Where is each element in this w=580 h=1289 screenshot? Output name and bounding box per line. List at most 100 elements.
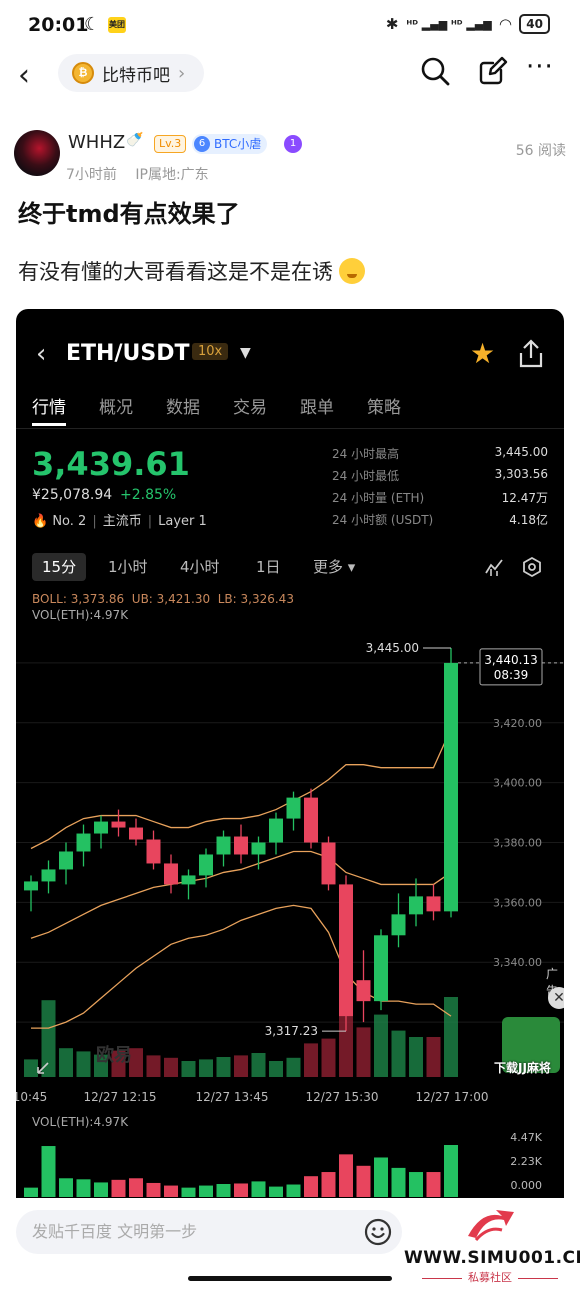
top-navigation: ‹ ₿ 比特币吧 › ···: [0, 52, 580, 96]
volume-subbar: [444, 1145, 458, 1197]
username[interactable]: WHHZ: [68, 132, 125, 153]
candle-body: [199, 854, 213, 876]
search-icon[interactable]: [420, 56, 450, 86]
price-change: +2.85%: [120, 487, 177, 503]
candle-body: [181, 875, 196, 885]
current-price-label: 3,440.13: [484, 653, 537, 667]
volume-subbar: [76, 1179, 91, 1197]
home-indicator: [188, 1276, 392, 1281]
ad-text[interactable]: 下载JJ麻将: [494, 1059, 551, 1076]
volume-bar: [76, 1051, 91, 1077]
24h-stats: 24 小时最高 3,445.00 24 小时最低 3,303.56 24 小时量 (…: [332, 445, 548, 533]
countdown-label: 08:39: [494, 668, 529, 682]
volume-subbar: [216, 1184, 231, 1197]
volume-subbar: [41, 1146, 56, 1197]
stat-row: 24 小时量 (ETH) 12.47万: [332, 491, 548, 505]
comment-input[interactable]: 发贴千百度 文明第一步: [16, 1210, 402, 1254]
x-tick-label: 12/27 17:00: [416, 1090, 489, 1104]
candle-body: [251, 842, 266, 855]
volume-bar: [409, 1037, 423, 1077]
x-tick-label: 10:45: [16, 1090, 47, 1104]
volume-subbar: [164, 1185, 178, 1197]
x-tick-label: 12/27 13:45: [196, 1090, 269, 1104]
volume-subbar: [111, 1179, 126, 1197]
timeframe-more: 更多 ▾: [313, 558, 356, 576]
volume-chart: 4.47K 2.23K 0.000: [24, 1131, 543, 1197]
exchange-watermark: 欧易: [96, 1044, 132, 1066]
y-tick-label: 3,360.00: [493, 896, 542, 909]
back-button[interactable]: ‹: [18, 58, 30, 93]
market-tabs: 行情 概况 数据 交易 跟单 策略: [32, 393, 434, 418]
chevron-right-icon: ›: [178, 62, 186, 84]
volume-bar: [251, 1053, 266, 1077]
wifi-icon: ◠: [499, 15, 512, 33]
cny-price: ¥25,078.94: [32, 487, 113, 503]
stat-row: 24 小时最高 3,445.00: [332, 445, 548, 461]
timeframe-1h: 1小时: [108, 558, 148, 576]
candle-body: [304, 797, 318, 843]
tab-trade: 交易: [233, 398, 267, 418]
volume-subbar: [321, 1172, 336, 1197]
volume-subbar: [426, 1172, 441, 1197]
post-title: 终于tmd有点效果了: [18, 200, 240, 228]
volume-subbar: [391, 1167, 406, 1197]
attached-screenshot[interactable]: ‹ ETH/USDT 10x ▼ ★ 行情 概况 数据 交易 跟单 策略 3,4…: [16, 309, 564, 1201]
volume-bar: [199, 1059, 213, 1077]
stat-row: 24 小时最低 3,303.56: [332, 467, 548, 483]
baby-bottle-icon: 🍼: [126, 132, 144, 148]
watermark-site: WWW.SIMU001.CN: [404, 1248, 580, 1268]
candle-body: [59, 851, 73, 870]
y-tick-label: 3,340.00: [493, 956, 542, 969]
volume-bar: [41, 1000, 56, 1077]
fire-icon: 🔥: [32, 514, 49, 529]
volume-bar: [286, 1057, 301, 1077]
volume-bar: [164, 1057, 178, 1077]
timeframe-4h: 4小时: [180, 558, 220, 576]
avatar[interactable]: [14, 130, 60, 176]
watermark-logo-icon: [468, 1210, 514, 1242]
post-body: 有没有懂的大哥看看这是不是在诱: [18, 256, 365, 286]
tab-copy-trade: 跟单: [300, 398, 334, 418]
rank: No. 2: [52, 514, 87, 529]
close-icon[interactable]: ✕: [548, 987, 564, 1009]
volume-subbar: [251, 1181, 266, 1197]
volume-bar: [391, 1030, 406, 1077]
bitcoin-coin-icon: ₿: [72, 62, 94, 84]
volume-bar: [356, 1027, 371, 1077]
more-options-icon[interactable]: ···: [526, 52, 554, 82]
volume-subbar: [129, 1178, 143, 1197]
last-price: 3,439.61: [32, 445, 190, 483]
emoji-icon[interactable]: [364, 1218, 392, 1246]
volume-subbar: [374, 1157, 388, 1197]
divider: [16, 428, 564, 429]
active-tab-indicator: [32, 423, 66, 426]
candle-body: [111, 821, 126, 828]
candle-body: [76, 833, 91, 852]
timeframe-selector: 15分 1小时 4小时 1日 更多 ▾: [32, 553, 552, 581]
volume-bar: [444, 997, 458, 1077]
candle-body: [339, 884, 353, 1017]
candle-body: [94, 821, 108, 834]
leverage-badge: 10x: [192, 343, 229, 360]
forum-name: 比特币吧: [102, 65, 170, 86]
candle-body: [409, 896, 423, 915]
volume-bar: [321, 1038, 336, 1077]
candle-body: [24, 881, 38, 891]
edit-icon[interactable]: [478, 56, 508, 86]
candle-body: [426, 896, 441, 912]
forum-link[interactable]: ₿ 比特币吧 ›: [58, 54, 204, 92]
post-time: 7小时前: [66, 167, 117, 183]
system-icons: ✱ ᴴᴰ ▂▄▆ ᴴᴰ ▂▄▆ ◠ 40: [386, 14, 550, 34]
medal-icon: 1: [284, 135, 302, 153]
volume-subbar: [286, 1184, 301, 1197]
do-not-disturb-icon: ☾: [84, 14, 101, 35]
candle-body: [216, 836, 231, 855]
clock: 20:01: [28, 14, 89, 36]
level-badge: Lv.3: [154, 135, 187, 153]
vol-tick-label: 4.47K: [510, 1131, 542, 1144]
tag-layer1: Layer 1: [158, 514, 207, 529]
back-chevron-icon: ‹: [36, 339, 47, 369]
volume-bar: [216, 1057, 231, 1077]
volume-readout: VOL(ETH):4.97K: [32, 608, 129, 622]
volume-bar: [374, 1014, 388, 1077]
